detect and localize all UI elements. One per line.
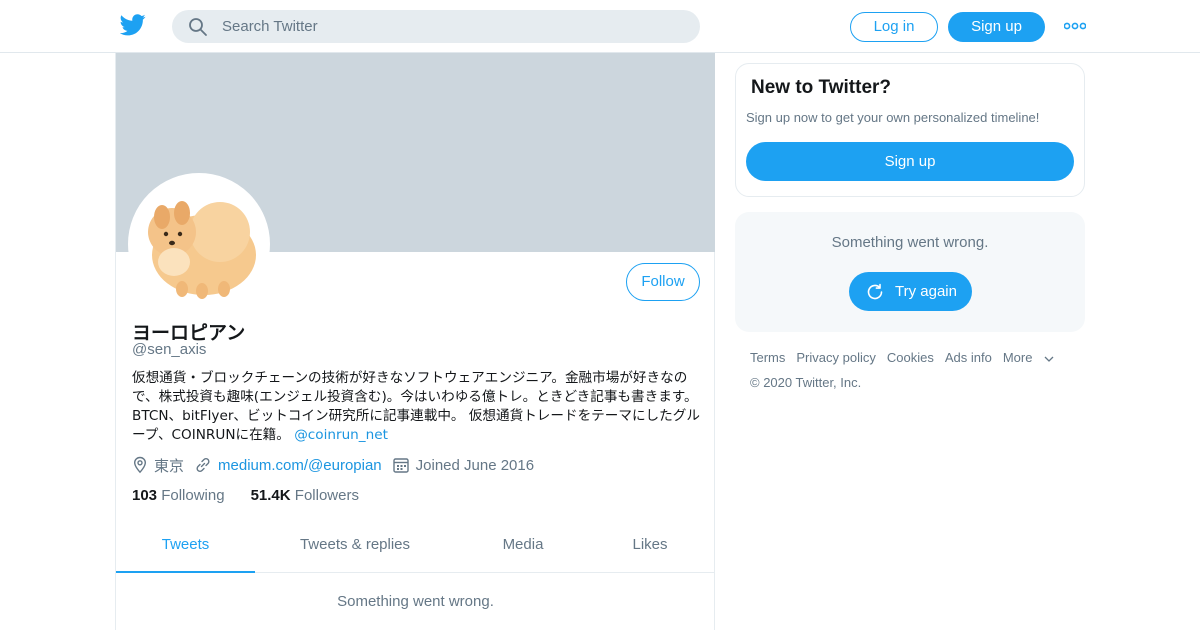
location-item: 東京 xyxy=(132,455,184,476)
copyright-text: © 2020 Twitter, Inc. xyxy=(750,375,862,390)
tab-likes[interactable]: Likes xyxy=(611,527,689,573)
followers-stat[interactable]: 51.4K Followers xyxy=(251,487,359,504)
location-text: 東京 xyxy=(154,457,185,475)
website-item[interactable]: medium.com/@europian xyxy=(194,456,382,474)
website-link[interactable]: medium.com/@europian xyxy=(218,457,382,474)
sidebar-signup-button[interactable]: Sign up xyxy=(746,142,1074,181)
profile-tabs: Tweets Tweets & replies Media Likes xyxy=(116,527,715,573)
footer-link-terms[interactable]: Terms xyxy=(750,350,785,365)
profile-bio: 仮想通貨・ブロックチェーンの技術が好きなソフトウェアエンジニア。金融市場が好きな… xyxy=(132,369,702,445)
chevron-down-icon xyxy=(1044,356,1054,362)
signup-button[interactable]: Sign up xyxy=(948,12,1045,42)
search-icon xyxy=(189,18,207,36)
tab-tweets[interactable]: Tweets xyxy=(116,527,255,573)
followers-label: Followers xyxy=(294,487,359,504)
joined-text: Joined June 2016 xyxy=(415,456,535,474)
new-card-title: New to Twitter? xyxy=(751,77,892,98)
search-bar[interactable] xyxy=(172,10,700,43)
profile-column: Follow ヨーロピアン @sen_axis 仮想通貨・ブロックチェーンの技術… xyxy=(115,53,715,630)
more-options-icon[interactable] xyxy=(1064,20,1086,32)
new-card-subtitle: Sign up now to get your own personalized… xyxy=(746,110,1040,125)
refresh-icon xyxy=(867,283,883,300)
followers-count: 51.4K xyxy=(250,487,291,504)
login-button[interactable]: Log in xyxy=(850,12,938,42)
joined-item: Joined June 2016 xyxy=(392,456,534,474)
try-again-button[interactable]: Try again xyxy=(849,272,972,311)
tab-tweets-replies[interactable]: Tweets & replies xyxy=(281,527,429,573)
profile-stats: 103 Following 51.4K Followers xyxy=(132,487,385,504)
follow-button[interactable]: Follow xyxy=(626,263,700,301)
profile-meta: 東京 medium.com/@europian Joined June 2016 xyxy=(132,455,544,475)
bio-mention-link[interactable]: @coinrun_net xyxy=(294,427,388,443)
sidebar-error-card: Something went wrong. Try again xyxy=(735,212,1085,332)
following-label: Following xyxy=(161,487,225,504)
try-again-label: Try again xyxy=(895,283,957,300)
avatar[interactable] xyxy=(128,173,270,315)
following-count: 103 xyxy=(132,487,158,504)
location-pin-icon xyxy=(133,456,147,474)
bio-text: 仮想通貨・ブロックチェーンの技術が好きなソフトウェアエンジニア。金融市場が好きな… xyxy=(132,370,700,443)
new-to-twitter-card: New to Twitter? Sign up now to get your … xyxy=(735,63,1085,197)
footer-links: Terms Privacy policy Cookies Ads info Mo… xyxy=(750,350,1066,365)
tab-media[interactable]: Media xyxy=(481,527,565,573)
twitter-bird-icon[interactable] xyxy=(120,14,146,36)
footer-link-privacy[interactable]: Privacy policy xyxy=(796,350,875,365)
calendar-icon xyxy=(392,458,409,473)
footer-more-label: More xyxy=(1002,350,1033,365)
timeline-error-message: Something went wrong. xyxy=(337,593,494,610)
top-navigation-bar: Log in Sign up xyxy=(0,0,1200,53)
pomeranian-avatar-image xyxy=(132,177,266,311)
link-icon xyxy=(196,457,210,473)
following-stat[interactable]: 103 Following xyxy=(132,487,225,504)
sidebar-error-message: Something went wrong. xyxy=(831,234,989,251)
search-input[interactable] xyxy=(222,10,682,43)
profile-handle: @sen_axis xyxy=(132,341,207,358)
footer-link-ads-info[interactable]: Ads info xyxy=(945,350,992,365)
footer-link-cookies[interactable]: Cookies xyxy=(887,350,934,365)
footer-more-menu[interactable]: More xyxy=(1003,350,1056,365)
